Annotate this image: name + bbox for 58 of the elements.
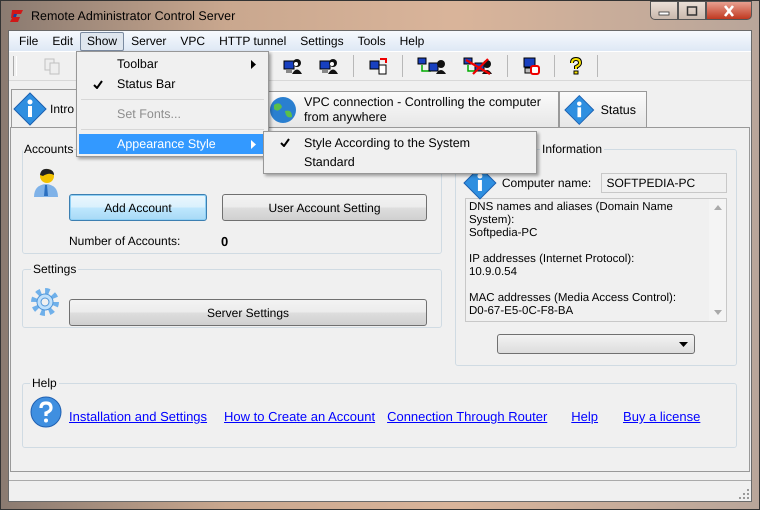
tab[interactable]: Status [559, 91, 647, 127]
menu-item[interactable]: Status Bar [79, 74, 266, 94]
menu-item[interactable]: Help [392, 32, 432, 50]
menu-item[interactable]: HTTP tunnel [212, 32, 294, 50]
resize-grip-icon[interactable] [739, 489, 749, 499]
scroll-bar[interactable] [709, 199, 726, 321]
dropdown[interactable] [497, 334, 695, 354]
menu-item[interactable]: Show [80, 32, 124, 50]
minimize-button[interactable] [650, 1, 678, 20]
account-count: 0 [221, 234, 228, 249]
details-heading: DNS names and aliases (Domain Name System): [469, 201, 674, 227]
tab-label: VPC connection - Controlling the computer from anywhere [304, 94, 542, 124]
info-icon [564, 92, 595, 126]
menu-item[interactable]: Server [124, 32, 174, 50]
info-icon [13, 92, 47, 126]
maximize-icon [686, 6, 698, 16]
maximize-button[interactable] [678, 1, 706, 20]
help-link[interactable]: How to Create an Account [224, 409, 376, 424]
help-icon [30, 396, 62, 428]
details-value: 10.9.0.54 [469, 266, 518, 279]
submenu-arrow-icon [251, 140, 256, 148]
help-link[interactable]: Connection Through Router [387, 409, 548, 424]
menu-item[interactable]: Style According to the System [266, 133, 534, 152]
menu-item[interactable]: Standard [266, 152, 534, 171]
menu-item[interactable]: Settings [293, 32, 351, 50]
caret-icon [679, 342, 688, 346]
menu-item[interactable]: Edit [45, 32, 80, 50]
menu-item[interactable]: File [12, 32, 46, 50]
menu-item[interactable]: Tools [350, 32, 393, 50]
close-icon [722, 4, 736, 16]
computer-name-label: Computer name: [502, 176, 592, 190]
details-value: D0-67-E5-0C-F8-BA [469, 305, 574, 318]
window-title: Remote Administrator Control Server [31, 8, 236, 22]
globe-icon [268, 94, 298, 124]
group-title: Accounts [23, 142, 74, 156]
account-button[interactable]: Add Account [69, 194, 207, 221]
account-button[interactable]: User Account Setting [222, 194, 427, 221]
count-label: Number of Accounts: [69, 234, 182, 249]
tab-label: Intro [50, 102, 74, 116]
menu-item[interactable]: VPC [173, 32, 212, 50]
help-link[interactable]: Help [571, 409, 598, 424]
gear-icon [30, 287, 60, 317]
menu-item[interactable]: Toolbar [79, 54, 266, 74]
group-title: Help [31, 376, 58, 390]
details-heading: MAC addresses (Media Access Control): [469, 292, 678, 305]
server-settings-button[interactable]: Server Settings [69, 299, 427, 326]
group-title: Settings [32, 262, 78, 276]
help-link[interactable]: Buy a license [623, 409, 700, 424]
group-title: Information [541, 142, 604, 156]
tab-label: Status [600, 102, 636, 116]
details-heading: IP addresses (Internet Protocol): [469, 253, 636, 266]
person-icon [33, 166, 59, 198]
computer-name-field: SOFTPEDIA-PC [601, 173, 727, 193]
close-button[interactable] [706, 1, 752, 20]
submenu-arrow-icon [251, 60, 256, 68]
help-link[interactable]: Installation and Settings [69, 409, 208, 424]
app-logo-icon [9, 8, 25, 24]
details-value: Softpedia-PC [469, 227, 538, 240]
